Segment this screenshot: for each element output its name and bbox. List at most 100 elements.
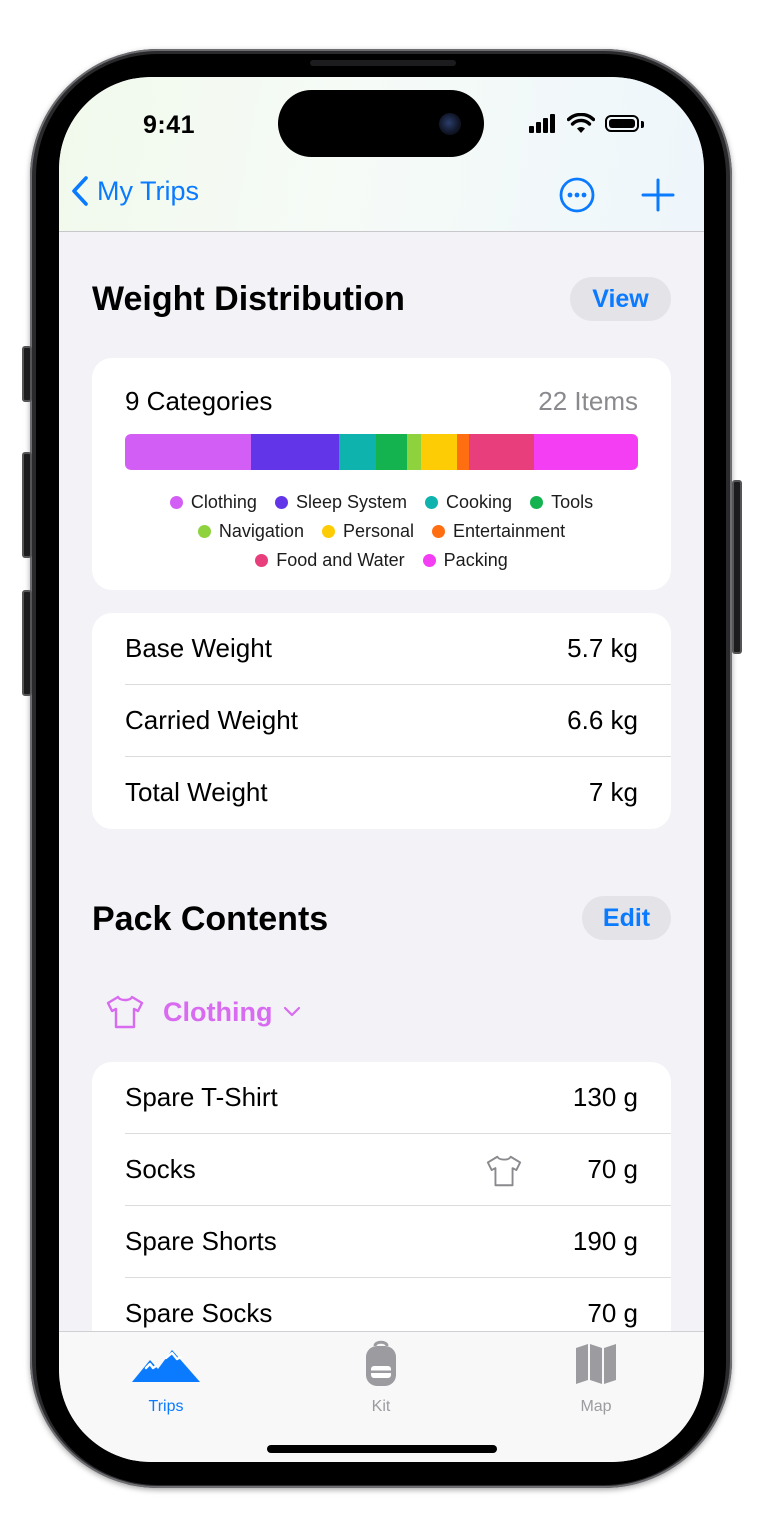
legend-dot-icon (255, 554, 269, 567)
weight-value: 5.7 kg (567, 633, 638, 663)
legend-item: Packing (422, 550, 508, 571)
weight-label: Base Weight (125, 633, 272, 663)
legend-item: Cooking (425, 492, 512, 513)
silent-switch (22, 346, 32, 402)
pack-item-row[interactable]: Spare Socks 70 g (125, 1278, 671, 1332)
tab-label: Map (580, 1398, 612, 1415)
pack-item-row[interactable]: Spare Shorts 190 g (125, 1206, 671, 1278)
legend-item: Food and Water (255, 550, 405, 571)
weight-value: 6.6 kg (567, 705, 638, 735)
legend-dot-icon (321, 525, 335, 538)
legend-row: Clothing Sleep System Cooking Tools (92, 492, 671, 513)
tshirt-icon (106, 995, 144, 1029)
weight-row: Carried Weight 6.6 kg (125, 685, 671, 757)
legend-label: Tools (551, 492, 594, 512)
tab-label: Kit (371, 1398, 391, 1415)
distribution-segment (421, 434, 457, 470)
worn-tshirt-icon (486, 1155, 522, 1187)
item-name: Spare Shorts (125, 1226, 277, 1256)
camera-icon (439, 113, 461, 135)
legend-dot-icon (274, 496, 288, 509)
screen: 9:41 My Trips Weight Distribution View 9… (59, 77, 704, 1462)
status-icons (529, 113, 649, 137)
categories-count: 9 Categories (125, 386, 273, 416)
pack-item-row[interactable]: Socks 70 g (125, 1134, 671, 1206)
legend-dot-icon (530, 496, 544, 509)
item-weight: 190 g (572, 1226, 638, 1256)
legend-label: Navigation (218, 521, 304, 541)
legend-label: Cooking (446, 492, 513, 512)
legend-row: Food and Water Packing (92, 550, 671, 571)
legend-label: Food and Water (276, 550, 405, 570)
item-name: Spare T-Shirt (125, 1082, 278, 1112)
map-icon (576, 1344, 616, 1384)
distribution-segment (125, 434, 251, 470)
mountains-icon (132, 1350, 200, 1382)
wifi-icon (567, 113, 595, 133)
legend-dot-icon (425, 496, 439, 509)
item-name: Socks (125, 1154, 196, 1184)
backpack-icon (366, 1340, 396, 1386)
legend-dot-icon (169, 496, 183, 509)
distribution-segment (406, 434, 421, 470)
power-button (732, 480, 742, 654)
navigation-bar: 9:41 My Trips (59, 77, 704, 232)
speaker-grille (310, 60, 456, 66)
legend-label: Personal (342, 521, 415, 541)
weight-row: Total Weight 7 kg (125, 757, 671, 829)
tab-label: Trips (148, 1398, 184, 1415)
volume-down-button (22, 590, 32, 696)
back-button[interactable]: My Trips (71, 175, 199, 207)
chevron-left-icon (72, 176, 88, 206)
distribution-segment (456, 434, 469, 470)
legend-dot-icon (432, 525, 446, 538)
back-label: My Trips (97, 175, 200, 206)
distribution-legend: Clothing Sleep System Cooking Tools Navigati… (92, 492, 671, 571)
distribution-segment (338, 434, 376, 470)
pack-contents-title: Pack Contents (92, 900, 329, 938)
item-weight: 70 g (587, 1298, 638, 1328)
battery-icon (605, 115, 639, 132)
weight-label: Carried Weight (125, 705, 298, 735)
item-weight: 70 g (587, 1154, 638, 1184)
tab-kit[interactable]: Kit (311, 1340, 451, 1420)
legend-dot-icon (197, 525, 211, 538)
chevron-down-icon (284, 1006, 301, 1017)
legend-label: Entertainment (453, 521, 566, 541)
weight-distribution-title: Weight Distribution (92, 280, 405, 318)
view-button[interactable]: View (570, 277, 671, 321)
volume-up-button (22, 452, 32, 558)
weights-card: Base Weight 5.7 kg Carried Weight 6.6 kg… (92, 613, 671, 829)
tab-trips[interactable]: Trips (96, 1340, 236, 1420)
add-button[interactable] (640, 177, 676, 213)
legend-dot-icon (422, 554, 436, 567)
item-name: Spare Socks (125, 1298, 273, 1328)
items-count: 22 Items (538, 386, 638, 416)
distribution-segment (375, 434, 407, 470)
home-indicator[interactable] (267, 1445, 497, 1453)
category-label: Clothing (163, 996, 273, 1027)
more-options-button[interactable] (559, 177, 595, 213)
content-scroll[interactable]: Weight Distribution View 9 Categories 22… (59, 232, 704, 1332)
distribution-segment (468, 434, 535, 470)
item-weight: 130 g (572, 1082, 638, 1112)
distribution-card: 9 Categories 22 Items Clothing Sleep Syst… (92, 358, 671, 590)
edit-button[interactable]: Edit (582, 896, 671, 940)
tab-map[interactable]: Map (526, 1340, 666, 1420)
legend-row: Navigation Personal Entertainment (92, 521, 671, 542)
status-time: 9:41 (143, 111, 196, 139)
legend-item: Sleep System (274, 492, 408, 513)
tab-bar: Trips Kit Map (59, 1331, 704, 1462)
category-selector[interactable]: Clothing (105, 995, 302, 1029)
distribution-segment (534, 434, 638, 470)
pack-item-row[interactable]: Spare T-Shirt 130 g (125, 1062, 671, 1134)
distribution-bar[interactable] (125, 434, 638, 470)
weight-row: Base Weight 5.7 kg (125, 613, 671, 685)
legend-label: Packing (443, 550, 508, 570)
legend-item: Personal (321, 521, 415, 542)
legend-item: Tools (530, 492, 593, 513)
weight-value: 7 kg (588, 777, 638, 807)
legend-label: Sleep System (295, 492, 408, 512)
pack-items-card: Spare T-Shirt 130 g Socks 70 g Spare Sho… (92, 1062, 671, 1332)
weight-label: Total Weight (125, 777, 268, 807)
